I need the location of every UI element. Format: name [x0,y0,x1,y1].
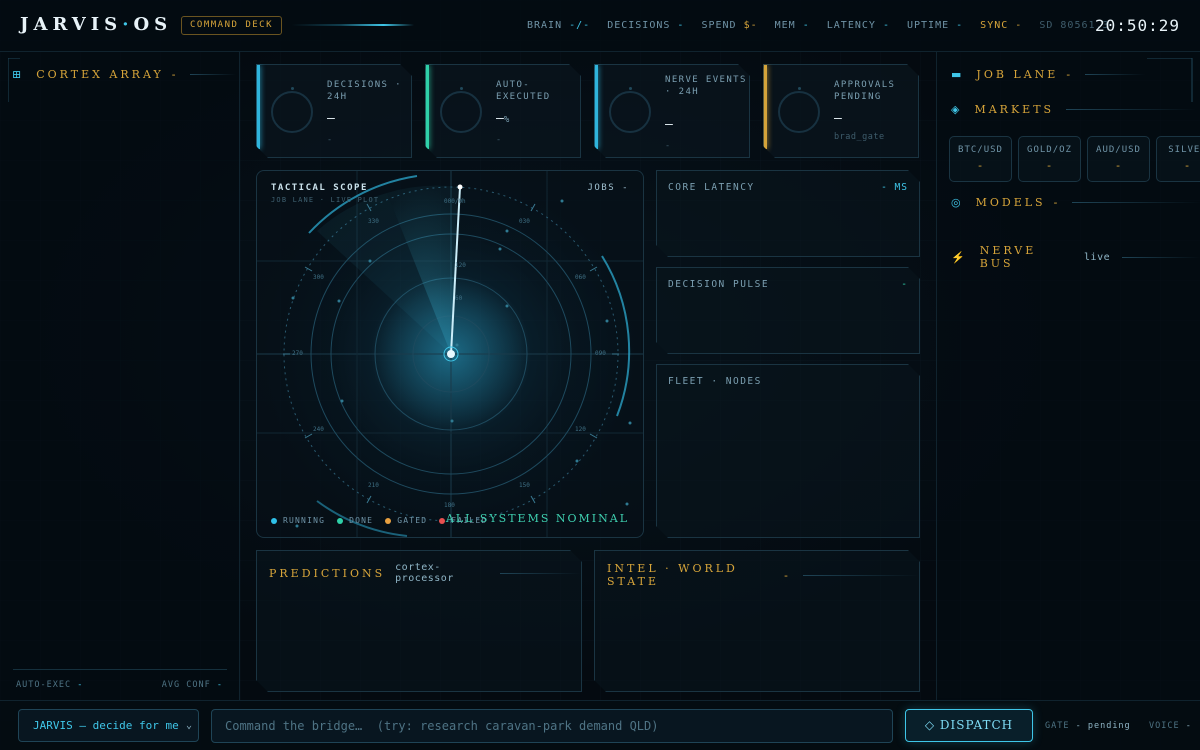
predictions-panel: PREDICTIONS cortex-processor [256,550,582,692]
dispatch-button[interactable]: ◇ DISPATCH [905,709,1033,742]
logo-text-right: OS [133,14,173,35]
stat-brain: BRAIN -/- [527,20,591,31]
intel-world-state-panel: INTEL · WORLD STATE - [594,550,920,692]
bearing-label: 060 [575,274,586,281]
radar-title: TACTICAL SCOPE [271,183,368,193]
market-tile-btc[interactable]: BTC/USD - [949,136,1012,182]
auto-exec-readout: AUTO-EXEC - [16,680,84,690]
diamond-icon: ◈ [951,103,963,116]
legend-running: RUNNING [271,516,325,525]
ring-label: 60 [455,295,463,302]
logo-dot: · [122,14,134,35]
stat-sync: SYNC - [980,20,1023,31]
job-lane-frame [1147,58,1193,102]
legend-gated: GATED [385,516,427,525]
top-bar: JARVIS·OS COMMAND DECK BRAIN -/- DECISIO… [0,0,1200,52]
core-latency-panel: CORE LATENCY - MS [656,170,920,257]
radar-north-label: 000/0h [444,198,466,205]
header-glow-line [292,24,414,26]
market-tile-gold[interactable]: GOLD/OZ - [1018,136,1081,182]
bearing-label: 270 [292,350,303,357]
grid-icon: ⊞ [12,68,25,81]
stat-decisions: DECISIONS - [607,20,685,31]
kpi-auto-executed: AUTO-EXECUTED —% - [425,64,581,158]
kpi-ring [778,91,820,133]
job-lane-header[interactable]: ▬ JOB LANE - [951,68,1146,81]
agent-mode-select[interactable]: JARVIS — decide for me ⌄ [18,709,199,742]
command-status: GATE - pending VOICE - [1045,721,1192,731]
right-sidebar: ▬ JOB LANE - ◈ MARKETS BTC/USD - GOLD/OZ -… [936,52,1200,700]
stat-latency: LATENCY - [826,20,890,31]
decision-pulse-panel: DECISION PULSE - [656,267,920,354]
intel-header: INTEL · WORLD STATE - [607,562,919,588]
cortex-footer: AUTO-EXEC - AVG CONF - [13,669,227,690]
legend-done: DONE [337,516,373,525]
predictions-header: PREDICTIONS cortex-processor [269,562,581,584]
bearing-label: 240 [313,426,324,433]
kpi-decisions: DECISIONS · 24H — - [256,64,412,158]
markets-strip: BTC/USD- GOLD/OZ- AUD/USD- SILVER- [949,136,1200,182]
market-tile-silver[interactable]: SILVER- [1156,136,1200,182]
stat-spend: SPEND $- [701,20,758,31]
bearing-label: 150 [519,482,530,489]
command-deck-badge[interactable]: COMMAND DECK [181,16,283,35]
kpi-nerve-events: NERVE EVENTS · 24H — - [594,64,750,158]
bolt-icon: ⚡ [951,250,968,264]
app-logo: JARVIS·OS [20,14,172,35]
chevron-down-icon: ⌄ [185,720,192,731]
nerve-bus-header[interactable]: ⚡ NERVE BUS live [951,244,1200,270]
avg-conf-readout: AVG CONF - [161,680,223,690]
target-icon: ◎ [951,196,964,209]
bearing-label: 090 [595,350,606,357]
clock: 20:50:29 [1094,16,1180,35]
logo-text-left: JARVIS [20,14,123,35]
kpi-ring [440,91,482,133]
radar-svg [257,171,643,537]
bearing-label: 330 [368,218,379,225]
cortex-sidebar: ⊞ CORTEX ARRAY - AUTO-EXEC - AVG CONF - [0,52,240,700]
bearing-label: 180 [444,502,455,509]
radar-subtitle: JOB LANE · LIVE PLOT [271,196,380,204]
stat-mem: MEM - [774,20,810,31]
ring-label: 120 [455,262,466,269]
cortex-array-header[interactable]: ⊞ CORTEX ARRAY - [12,68,237,81]
bearing-label: 030 [519,218,530,225]
bar-icon: ▬ [951,68,965,81]
kpi-ring [609,91,651,133]
kpi-ring [271,91,313,133]
market-tile-aud[interactable]: AUD/USD - [1087,136,1150,182]
fleet-nodes-panel: FLEET · NODES [656,364,920,538]
markets-header[interactable]: ◈ MARKETS [951,103,1197,116]
command-input[interactable] [211,709,893,743]
models-header[interactable]: ◎ MODELS - [951,196,1200,209]
stat-uptime: UPTIME - [906,20,964,31]
systems-status: ALL SYSTEMS NOMINAL [445,512,629,525]
bearing-label: 210 [368,482,379,489]
bearing-label: 300 [313,274,324,281]
tactical-scope[interactable]: TACTICAL SCOPE JOB LANE · LIVE PLOT JOBS… [256,170,644,538]
bearing-label: 120 [575,426,586,433]
radar-jobs-count: JOBS - [587,183,629,193]
status-strip: BRAIN -/- DECISIONS - SPEND $- MEM - LAT… [527,20,1127,31]
kpi-approvals-pending: APPROVALS PENDING — brad_gate [763,64,919,158]
